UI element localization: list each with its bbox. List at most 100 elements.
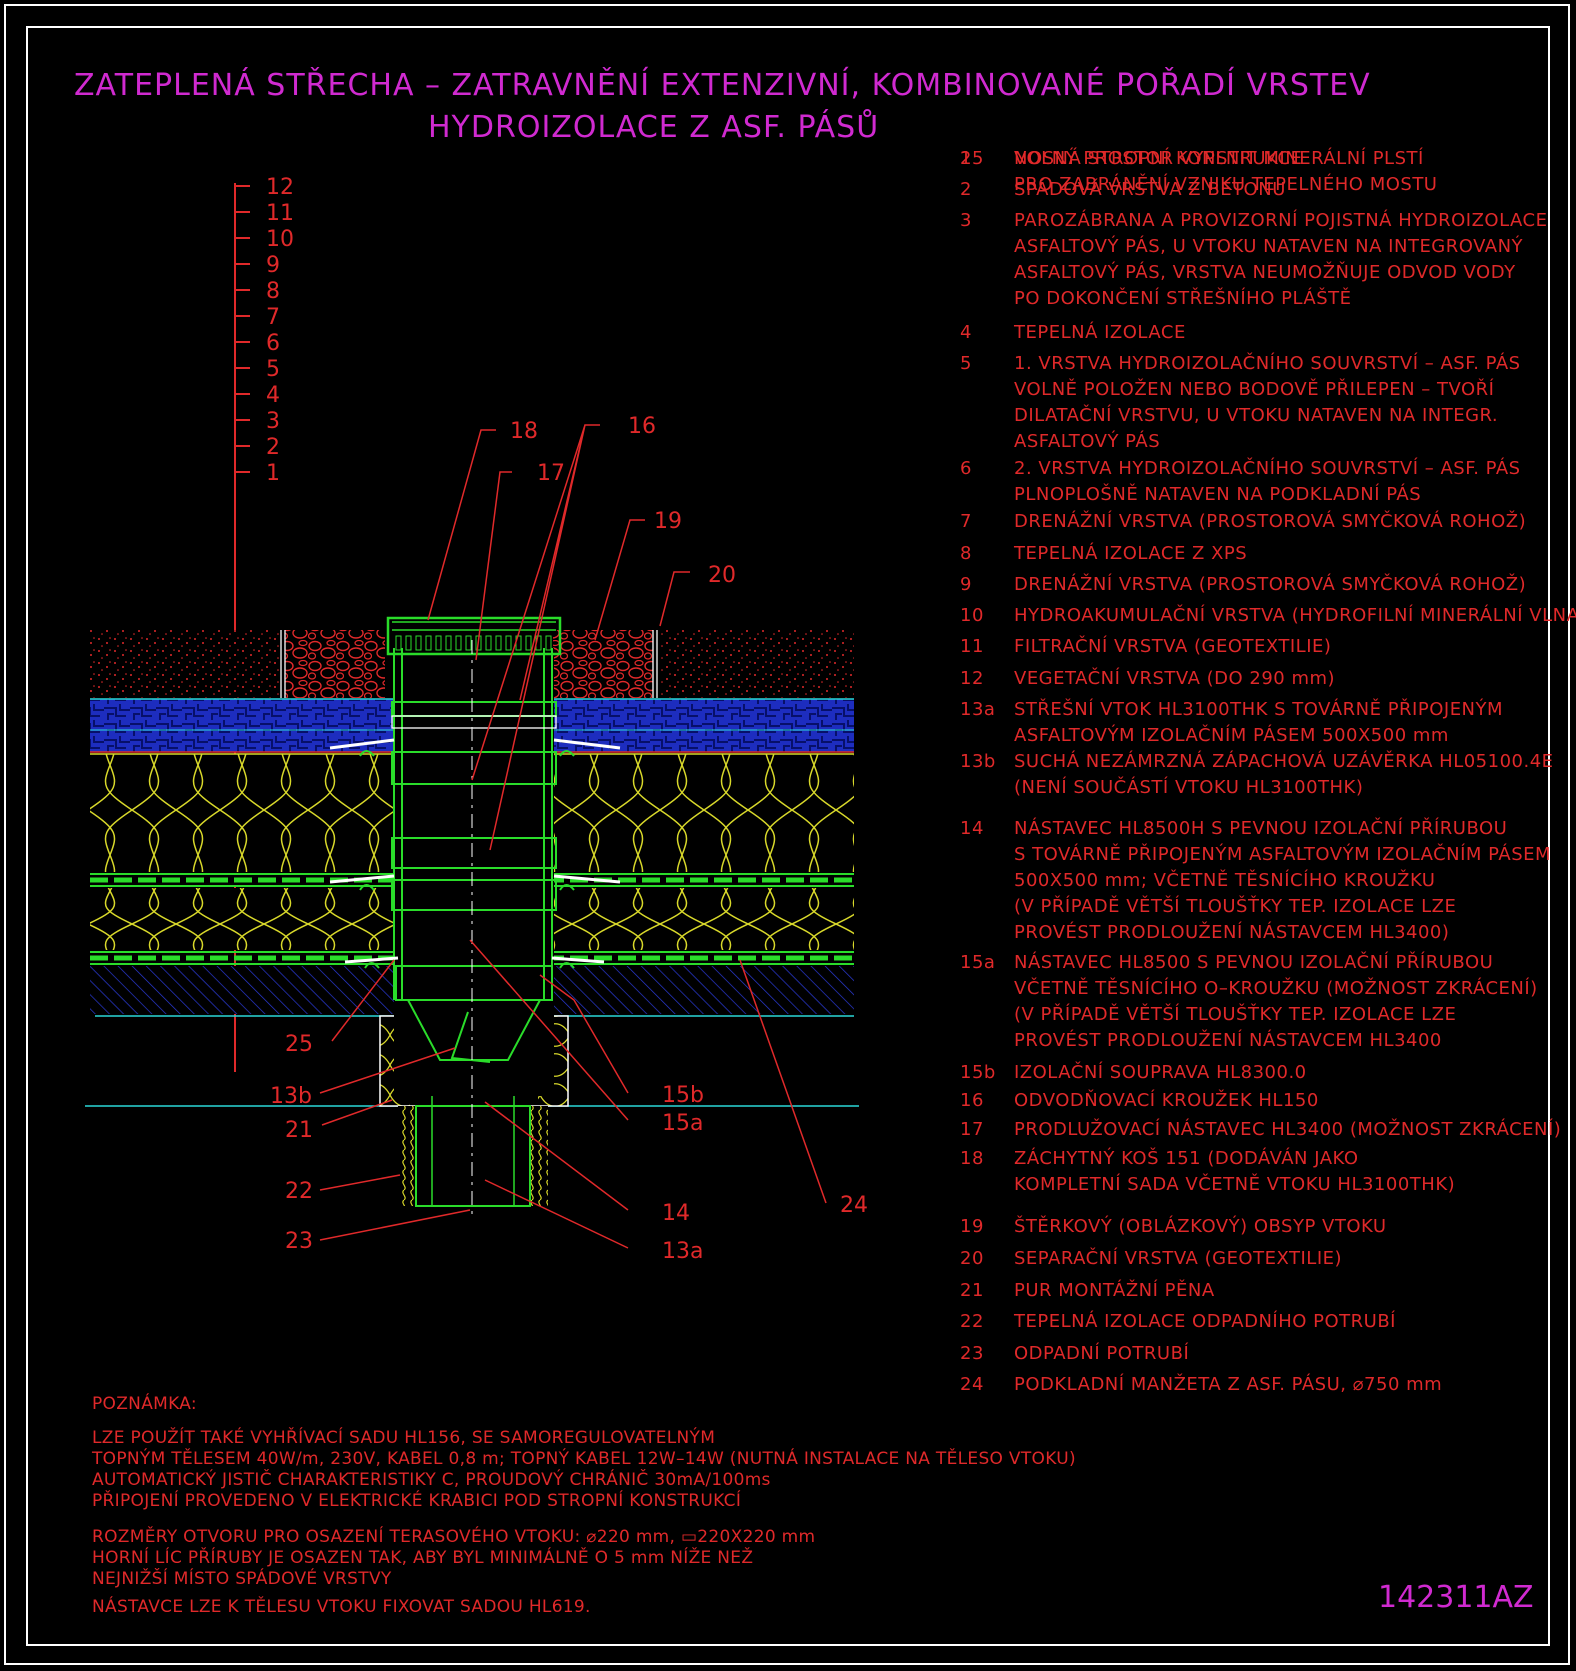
legend-line: KOMPLETNÍ SADA VČETNĚ VTOKU HL3100THK) [1014,1174,1456,1195]
notes: POZNÁMKA: LZE POUŽÍT TAKÉ VYHŘÍVACÍ SADU… [92,1394,1076,1618]
basket-slot [545,635,552,651]
legend-line: ODPADNÍ POTRUBÍ [1014,1343,1190,1364]
layer-scale-label: 12 [266,175,294,200]
legend-text: TEPELNÁ IZOLACE Z XPS [1014,541,1247,567]
legend-text: FILTRAČNÍ VRSTVA (GEOTEXTILIE) [1014,634,1331,660]
legend-line: FILTRAČNÍ VRSTVA (GEOTEXTILIE) [1014,636,1332,657]
legend-text: HYDROAKUMULAČNÍ VRSTVA (HYDROFILNÍ MINER… [1014,603,1576,629]
legend-line: VEGETAČNÍ VRSTVA (DO 290 mm) [1014,668,1336,689]
callout-21: 21 [285,1118,313,1143]
legend-line: IZOLAČNÍ SOUPRAVA HL8300.0 [1014,1062,1307,1083]
legend-line: ASFALTOVÝM IZOLAČNÍM PÁSEM 500X500 mm [1014,725,1449,746]
legend-number: 15a [960,952,996,973]
callout-22: 22 [285,1179,313,1204]
legend-line: (NENÍ SOUČÁSTÍ VTOKU HL3100THK) [1014,777,1364,798]
layer-scale-label: 6 [266,331,280,356]
pipe-insulation-left [398,1106,416,1206]
basket-slot [405,635,412,651]
legend-line: NÁSTAVEC HL8500H S PEVNOU IZOLAČNÍ PŘÍRU… [1014,818,1508,839]
legend-number: 4 [960,322,972,343]
callout-13a: 13a [662,1239,703,1264]
legend-line: ASFALTOVÝ PÁS, VRSTVA NEUMOŽŇUJE ODVOD V… [1014,262,1516,283]
legend-line: 1. VRSTVA HYDROIZOLAČNÍHO SOUVRSTVÍ – AS… [1014,353,1521,374]
legend-line: ŠTĚRKOVÝ (OBLÁZKOVÝ) OBSYP VTOKU [1014,1216,1387,1237]
legend-text: PUR MONTÁŽNÍ PĚNA [1014,1278,1215,1304]
basket-slot [455,635,462,651]
legend-line: SEPARAČNÍ VRSTVA (GEOTEXTILIE) [1014,1248,1343,1269]
legend-text: ŠTĚRKOVÝ (OBLÁZKOVÝ) OBSYP VTOKU [1014,1214,1387,1240]
legend-line: TEPELNÁ IZOLACE Z XPS [1014,543,1248,564]
legend-number: 7 [960,511,972,532]
callout-15b: 15b [662,1083,704,1108]
legend-text: 2. VRSTVA HYDROIZOLAČNÍHO SOUVRSTVÍ – AS… [1014,456,1521,508]
legend-text: PAROZÁBRANA A PROVIZORNÍ POJISTNÁ HYDROI… [1014,208,1547,312]
legend-number: 6 [960,458,972,479]
notes-line: TOPNÝM TĚLESEM 40W/m, 230V, KABEL 0,8 m;… [92,1449,1076,1469]
layer-scale-label: 5 [266,357,280,382]
legend-line: 500X500 mm; VČETNĚ TĚSNÍCÍHO KROUŽKU [1014,870,1436,891]
legend-line: S TOVÁRNĚ PŘIPOJENÝM ASFALTOVÝM IZOLAČNÍ… [1014,844,1552,865]
pipe-insulation-right [530,1106,548,1206]
callout-24: 24 [840,1193,868,1218]
legend-number: 5 [960,353,972,374]
callout-14: 14 [662,1201,690,1226]
legend-line: PAROZÁBRANA A PROVIZORNÍ POJISTNÁ HYDROI… [1014,210,1548,231]
legend-number: 23 [960,1343,984,1364]
legend-text: ODVODŇOVACÍ KROUŽEK HL150 [1014,1088,1319,1114]
legend-line: DILATAČNÍ VRSTVU, U VTOKU NATAVEN NA INT… [1014,405,1499,426]
legend-text: PRODLUŽOVACÍ NÁSTAVEC HL3400 (MOŽNOST ZK… [1014,1117,1561,1143]
legend-line: ASFALTOVÝ PÁS [1014,431,1161,452]
legend-number: 13b [960,751,996,772]
legend-text: VOLNÝ PROSTOR VYPLNIT MINERÁLNÍ PLSTÍ PRO… [1014,146,1437,198]
legend-line: PO DOKONČENÍ STŘEŠNÍHO PLÁŠTĚ [1014,288,1352,309]
legend-text: NÁSTAVEC HL8500H S PEVNOU IZOLAČNÍ PŘÍRU… [1014,816,1551,946]
legend-number: 10 [960,605,984,626]
legend-number: 13a [960,699,996,720]
basket-slot [395,635,402,651]
legend-number: 25 [960,148,984,169]
callout-20: 20 [708,563,736,588]
notes-line: HORNÍ LÍC PŘÍRUBY JE OSAZEN TAK, ABY BYL… [92,1548,754,1568]
legend-text: ZÁCHYTNÝ KOŠ 151 (DODÁVÁN JAKO KOMPLETNÍ … [1014,1146,1455,1198]
notes-line: AUTOMATICKÝ JISTIČ CHARAKTERISTIKY C, PR… [92,1470,771,1490]
legend-line: (V PŘÍPADĚ VĚTŠÍ TLOUŠŤKY TEP. IZOLACE L… [1014,896,1457,917]
legend-line: VČETNĚ TĚSNÍCÍHO O–KROUŽKU (MOŽNOST ZKRÁ… [1014,978,1538,999]
legend-line: TEPELNÁ IZOLACE [1014,322,1186,343]
legend-number: 18 [960,1148,984,1169]
notes-line: NEJNIŽŠÍ MÍSTO SPÁDOVÉ VRSTVY [92,1569,392,1589]
legend-line: ZÁCHYTNÝ KOŠ 151 (DODÁVÁN JAKO [1014,1148,1359,1169]
legend-line: SUCHÁ NEZÁMRZNÁ ZÁPACHOVÁ UZÁVĚRKA HL051… [1014,751,1554,772]
legend-line: (V PŘÍPADĚ VĚTŠÍ TLOUŠŤKY TEP. IZOLACE L… [1014,1004,1457,1025]
legend-text: SUCHÁ NEZÁMRZNÁ ZÁPACHOVÁ UZÁVĚRKA HL051… [1014,749,1554,801]
legend-line: 2. VRSTVA HYDROIZOLAČNÍHO SOUVRSTVÍ – AS… [1014,458,1521,479]
legend-text: PODKLADNÍ MANŽETA Z ASF. PÁSU, ⌀750 mm [1014,1372,1442,1398]
notes-line: ROZMĚRY OTVORU PRO OSAZENÍ TERASOVÉHO VT… [92,1527,816,1547]
legend-number: 9 [960,574,972,595]
notes-line: NÁSTAVCE LZE K TĚLESU VTOKU FIXOVAT SADO… [92,1597,591,1617]
callout-18: 18 [510,419,538,444]
layer-scale-label: 2 [266,435,280,460]
basket-slot [425,635,432,651]
legend-line: PODKLADNÍ MANŽETA Z ASF. PÁSU, ⌀750 mm [1014,1374,1443,1395]
gravel-surround-right [553,630,653,698]
legend-line: PROVÉST PRODLOUŽENÍ NÁSTAVCEM HL3400 [1014,1030,1442,1051]
legend-number: 2 [960,179,972,200]
drain-pipe [415,1105,531,1207]
layer-scale-label: 10 [266,227,294,252]
legend-text: NÁSTAVEC HL8500 S PEVNOU IZOLAČNÍ PŘÍRUB… [1014,950,1538,1054]
legend-line: NÁSTAVEC HL8500 S PEVNOU IZOLAČNÍ PŘÍRUB… [1014,952,1494,973]
layer-scale-label: 9 [266,253,280,278]
legend-line: HYDROAKUMULAČNÍ VRSTVA (HYDROFILNÍ MINER… [1014,605,1576,626]
drawing-code: 142311AZ [1378,1580,1534,1615]
legend-line: ASFALTOVÝ PÁS, U VTOKU NATAVEN NA INTEGR… [1014,236,1524,257]
legend-text: TEPELNÁ IZOLACE [1014,320,1186,346]
layer-scale-label: 11 [266,201,294,226]
layer-scale-label: 3 [266,409,280,434]
callout-17: 17 [537,461,565,486]
legend-text: DRENÁŽNÍ VRSTVA (PROSTOROVÁ SMYČKOVÁ ROH… [1014,509,1526,535]
basket-slot [485,635,492,651]
legend-number: 19 [960,1216,984,1237]
legend-line: PRODLUŽOVACÍ NÁSTAVEC HL3400 (MOŽNOST ZK… [1014,1119,1562,1140]
callout-23: 23 [285,1229,313,1254]
legend-line: PROVÉST PRODLOUŽENÍ NÁSTAVCEM HL3400) [1014,922,1450,943]
